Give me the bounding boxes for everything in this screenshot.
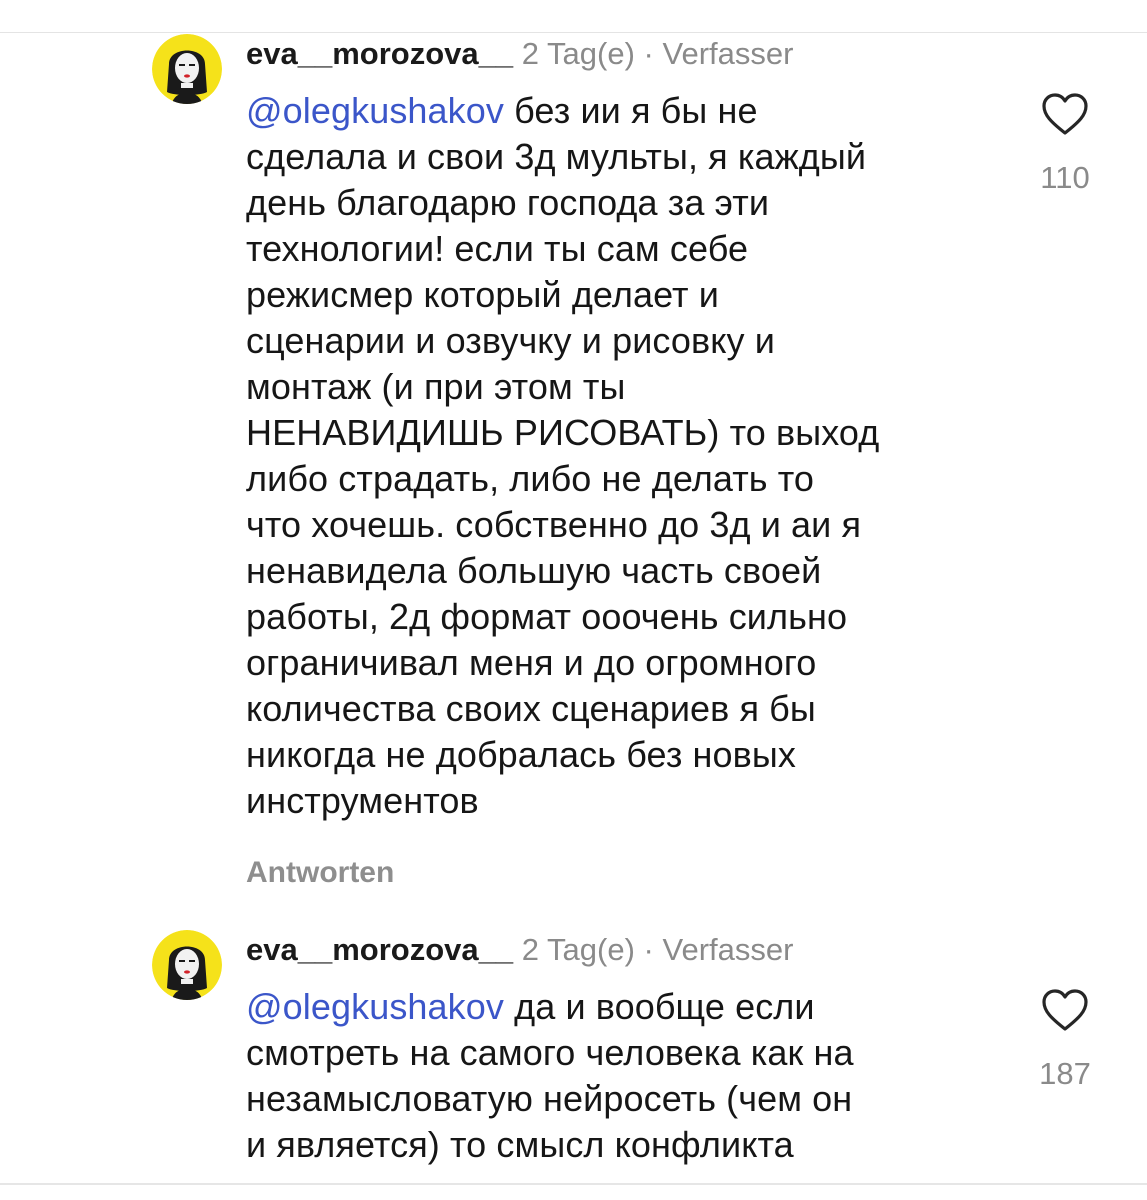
comment-line: смотреть на самого человека как на — [246, 1032, 854, 1073]
line-text: без ии я бы не — [514, 90, 758, 131]
like-control: 187 — [1030, 988, 1100, 1092]
mention-link[interactable]: @olegkushakov — [246, 90, 504, 131]
username-link[interactable]: eva__morozova__ — [246, 36, 513, 71]
woman-portrait-avatar-icon — [152, 930, 222, 1000]
comment-line: день благодарю господа за эти — [246, 182, 770, 223]
comment-line: либо страдать, либо не делать то — [246, 458, 815, 499]
comment-line: незамысловатую нейросеть (чем он — [246, 1078, 853, 1119]
avatar[interactable] — [152, 34, 222, 104]
comment-line: @olegkushakov да и вообще если — [246, 984, 986, 1030]
comment-line: и является) то смысл конфликта — [246, 1124, 794, 1165]
comment-line: режисмер который делает и — [246, 274, 719, 315]
comment-line: количества своих сценариев я бы — [246, 688, 816, 729]
comment-line: что хочешь. собственно до 3д и аи я — [246, 504, 862, 545]
comment-line: технологии! если ты сам себе — [246, 228, 749, 269]
comment-text: @olegkushakov без ии я бы не сделала и с… — [246, 88, 986, 824]
username-link[interactable]: eva__morozova__ — [246, 932, 513, 967]
comment-line: @olegkushakov без ии я бы не — [246, 88, 986, 134]
meta-separator: · — [643, 932, 654, 967]
author-badge: Verfasser — [662, 932, 794, 967]
timestamp: 2 Tag(e) — [521, 36, 635, 71]
heart-icon[interactable] — [1041, 988, 1089, 1032]
comment-line: сценарии и озвучку и рисовку и — [246, 320, 775, 361]
comment-line: работы, 2д формат ооочень сильно — [246, 596, 848, 637]
like-control: 110 — [1030, 92, 1100, 196]
comment-line: сделала и свои 3д мульты, я каждый — [246, 136, 867, 177]
avatar[interactable] — [152, 930, 222, 1000]
comment-line: инструментов — [246, 780, 479, 821]
timestamp: 2 Tag(e) — [521, 932, 635, 967]
comment-text: @olegkushakov да и вообще если смотреть … — [246, 984, 986, 1168]
author-badge: Verfasser — [662, 36, 794, 71]
top-divider — [0, 32, 1147, 33]
comment-meta: eva__morozova__ 2 Tag(e) · Verfasser — [246, 34, 793, 74]
comment-line: монтаж (и при этом ты — [246, 366, 626, 407]
comment-line: ограничивал меня и до огромного — [246, 642, 817, 683]
heart-icon[interactable] — [1041, 92, 1089, 136]
like-count: 110 — [1040, 160, 1090, 195]
bottom-divider — [0, 1183, 1147, 1185]
reply-button[interactable]: Antworten — [246, 855, 394, 891]
comment-line: НЕНАВИДИШЬ РИСОВАТЬ) то выход — [246, 412, 880, 453]
meta-separator: · — [643, 36, 654, 71]
comment-line: никогда не добралась без новых — [246, 734, 796, 775]
mention-link[interactable]: @olegkushakov — [246, 986, 504, 1027]
like-count: 187 — [1039, 1056, 1091, 1091]
comment-meta: eva__morozova__ 2 Tag(e) · Verfasser — [246, 930, 793, 970]
comment-line: ненавидела большую часть своей — [246, 550, 822, 591]
woman-portrait-avatar-icon — [152, 34, 222, 104]
line-text: да и вообще если — [514, 986, 815, 1027]
